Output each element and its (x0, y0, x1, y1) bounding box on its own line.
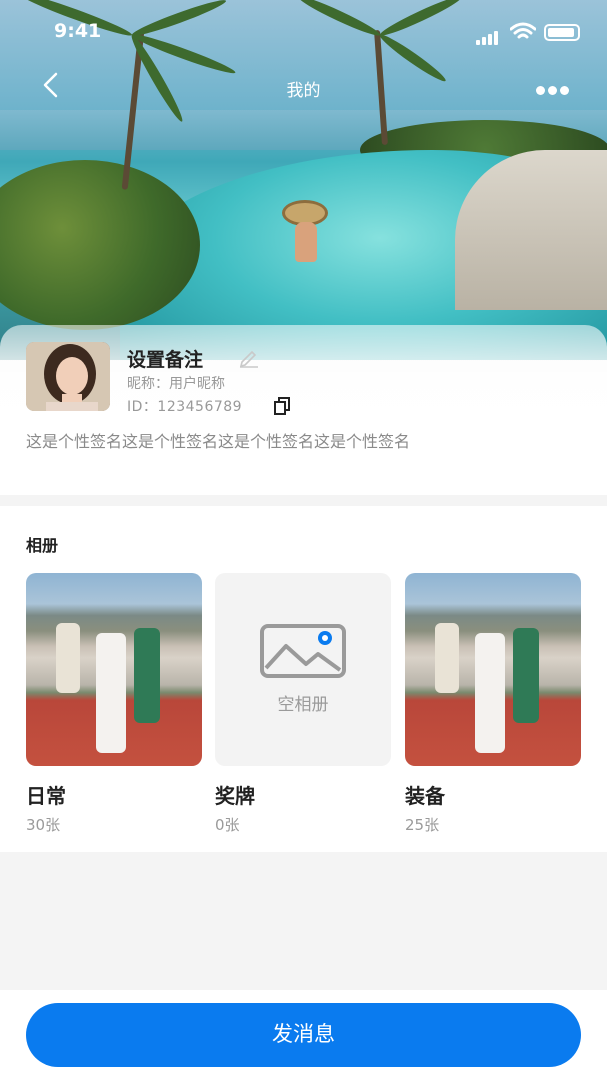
profile-card: 设置备注 昵称：用户昵称 ID：123456789 这是个性签名这是个性签名这是… (0, 325, 607, 495)
runner-figure (513, 628, 539, 723)
bottom-action-bar: 发消息 (0, 990, 607, 1080)
album-title: 相册 (26, 536, 59, 555)
album-name: 装备 (405, 784, 445, 808)
album-count: 25张 (405, 816, 440, 834)
album-card[interactable]: 空相册 奖牌 0张 (215, 573, 391, 835)
signature-text: 这是个性签名这是个性签名这是个性签名这是个性签名 (26, 432, 411, 451)
image-placeholder-icon (260, 624, 346, 678)
runner-figure (475, 633, 505, 753)
edit-icon[interactable] (238, 346, 260, 368)
album-name: 奖牌 (215, 784, 255, 808)
runner-figure (435, 623, 459, 693)
copy-icon[interactable] (272, 396, 292, 416)
swimmer-body (295, 222, 317, 262)
profile-cover-image: 9:41 我的 (0, 0, 607, 360)
wifi-icon (510, 22, 536, 39)
album-cover[interactable] (26, 573, 202, 766)
status-bar: 9:41 (0, 18, 607, 48)
send-message-button[interactable]: 发消息 (26, 1003, 581, 1067)
runner-figure (56, 623, 80, 693)
album-card[interactable]: 装备 25张 (405, 573, 581, 835)
album-count: 30张 (26, 816, 61, 834)
page-title: 我的 (286, 81, 321, 101)
runner-figure (134, 628, 160, 723)
status-time: 9:41 (54, 20, 102, 42)
avatar[interactable] (26, 342, 110, 411)
remark-name[interactable]: 设置备注 (127, 345, 203, 372)
album-name: 日常 (26, 784, 66, 808)
album-cover[interactable] (405, 573, 581, 766)
swimmer (282, 200, 328, 262)
avatar-portrait (26, 342, 110, 411)
runner-figure (96, 633, 126, 753)
more-icon[interactable] (536, 80, 572, 99)
album-cover-empty[interactable]: 空相册 (215, 573, 391, 766)
album-section: 相册 日常 30张 空相册 奖牌 0张 装备 25张 (0, 506, 607, 852)
album-count: 0张 (215, 816, 240, 834)
signal-icon (476, 26, 500, 45)
album-card[interactable]: 日常 30张 (26, 573, 202, 835)
empty-album-label: 空相册 (277, 695, 329, 715)
user-id-text: ID：123456789 (127, 399, 243, 415)
nickname-text: 昵称：用户昵称 (127, 376, 225, 392)
battery-icon (544, 24, 580, 41)
nav-bar: 我的 (0, 68, 607, 104)
